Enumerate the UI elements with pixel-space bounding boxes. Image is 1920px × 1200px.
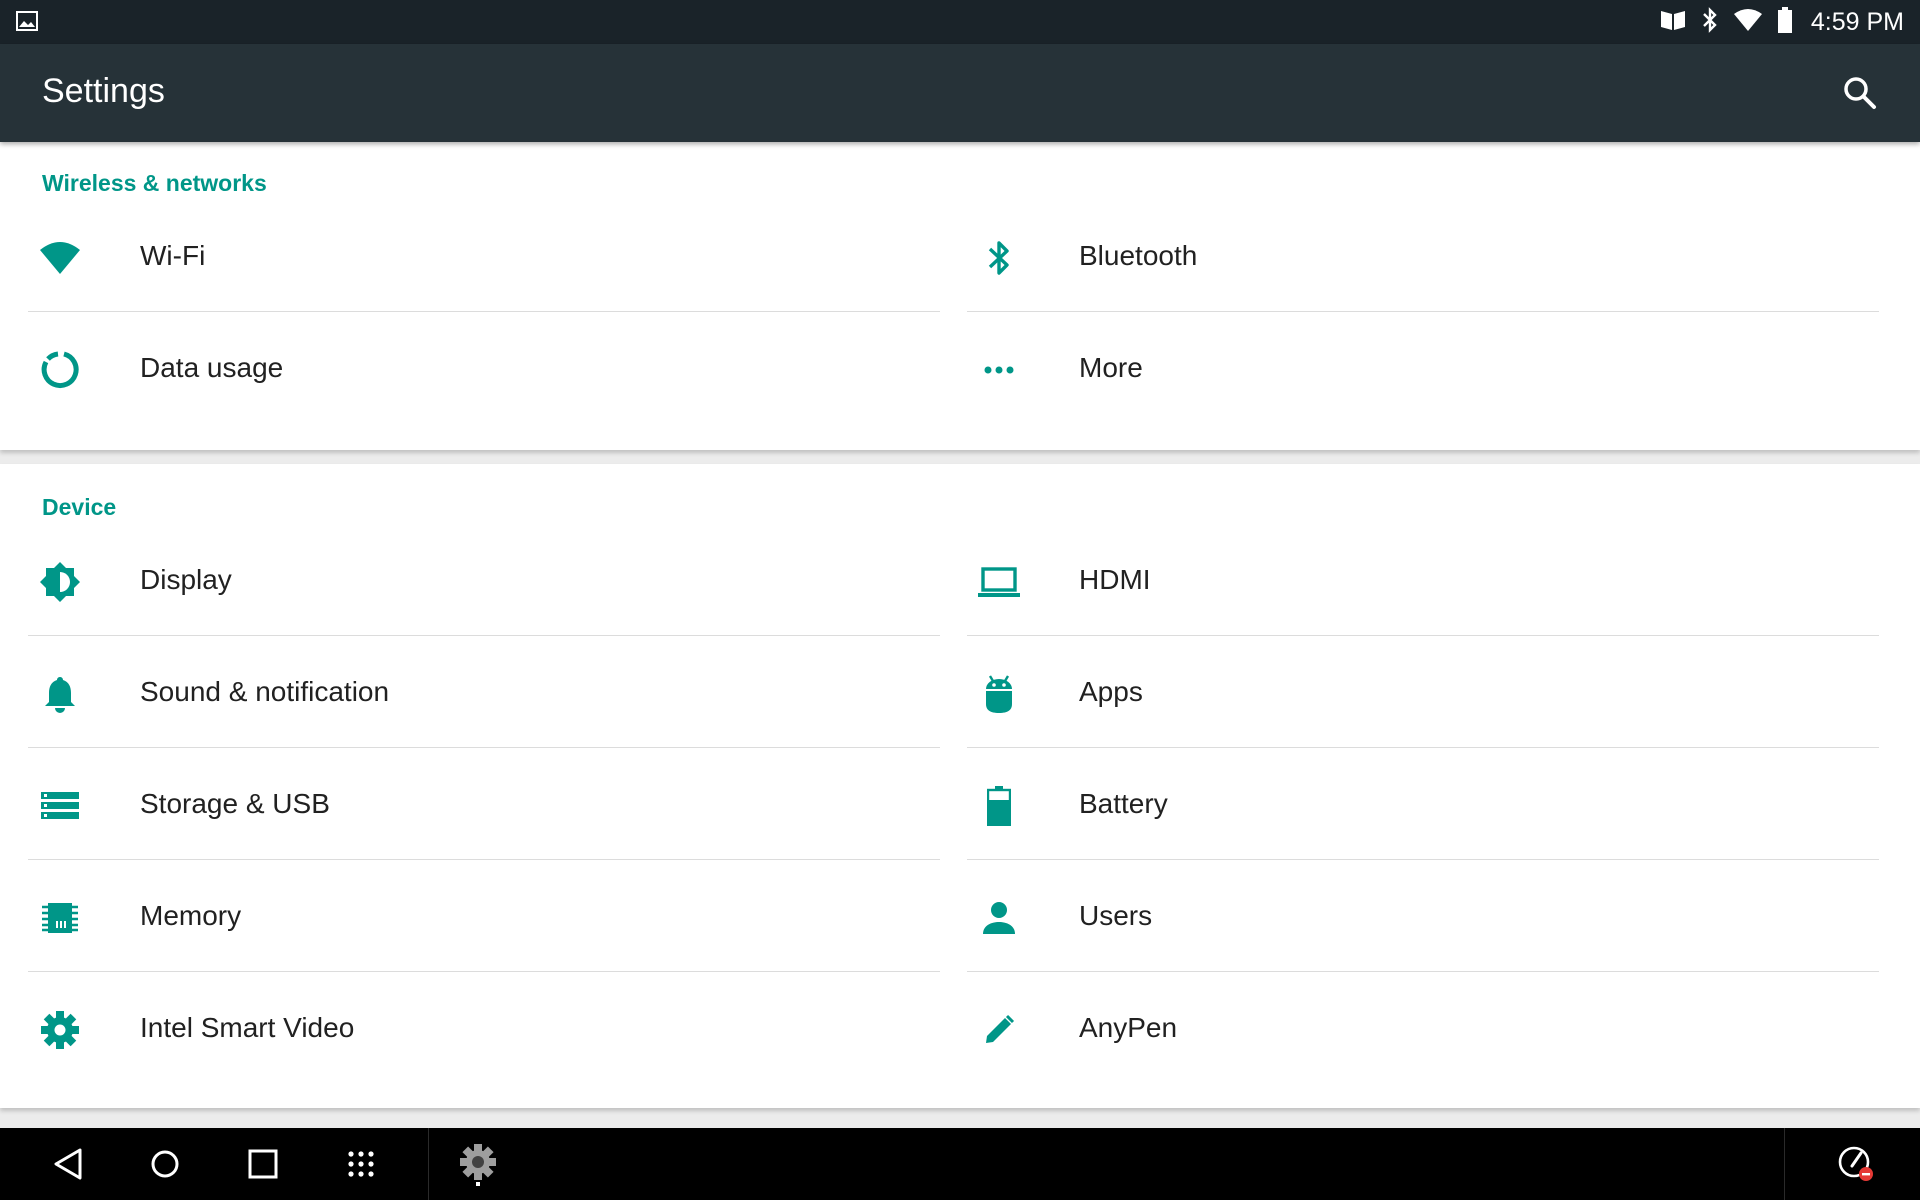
- settings-item-bluetooth[interactable]: Bluetooth: [967, 200, 1879, 312]
- settings-item-label: Bluetooth: [1079, 240, 1198, 271]
- nav-divider: [428, 1128, 429, 1200]
- settings-item-label: Intel Smart Video: [140, 1012, 355, 1043]
- storage-icon: [38, 784, 82, 828]
- app-grid-button[interactable]: [339, 1142, 383, 1186]
- settings-app-icon: [460, 1144, 496, 1186]
- settings-item-label: HDMI: [1079, 564, 1151, 595]
- bell-icon: [38, 672, 82, 716]
- back-icon: [54, 1148, 82, 1180]
- settings-item-label: Battery: [1079, 788, 1168, 819]
- settings-item-intel-smart-video[interactable]: Intel Smart Video: [28, 972, 940, 1084]
- settings-item-users[interactable]: Users: [967, 860, 1879, 972]
- settings-item-battery[interactable]: Battery: [967, 748, 1879, 860]
- memory-icon: [38, 896, 82, 940]
- settings-item-display[interactable]: Display: [28, 524, 940, 636]
- speedometer-button[interactable]: [1834, 1142, 1878, 1186]
- settings-item-label: Memory: [140, 900, 242, 931]
- section-wireless-networks: Wireless & networks Wi-Fi Bluetooth Data…: [0, 142, 1920, 450]
- home-button[interactable]: [143, 1142, 187, 1186]
- navigation-bar: [0, 1128, 1920, 1200]
- bluetooth-icon: [1701, 6, 1719, 38]
- settings-item-label: Wi-Fi: [140, 240, 206, 271]
- brightness-icon: [38, 560, 82, 604]
- settings-item-hdmi[interactable]: HDMI: [967, 524, 1879, 636]
- settings-item-storage-usb[interactable]: Storage & USB: [28, 748, 940, 860]
- settings-item-label: More: [1079, 352, 1143, 383]
- settings-item-label: AnyPen: [1079, 1012, 1178, 1043]
- app-bar: Settings: [0, 44, 1920, 142]
- recents-button[interactable]: [241, 1142, 285, 1186]
- back-button[interactable]: [46, 1142, 90, 1186]
- settings-item-label: Data usage: [140, 352, 284, 383]
- status-bar: 4:59 PM: [0, 0, 1920, 44]
- page-title: Settings: [42, 72, 165, 110]
- settings-item-data-usage[interactable]: Data usage: [28, 312, 940, 424]
- bluetooth-icon: [977, 236, 1021, 280]
- settings-item-label: Users: [1079, 900, 1153, 931]
- home-icon: [151, 1150, 179, 1178]
- gear-icon: [38, 1008, 82, 1052]
- battery-icon: [977, 784, 1021, 828]
- image-icon: [16, 11, 38, 36]
- settings-item-wifi[interactable]: Wi-Fi: [28, 200, 940, 312]
- battery-icon: [1777, 6, 1793, 38]
- settings-item-label: Apps: [1079, 676, 1143, 707]
- section-device: Device Display HDMI Sound & notification…: [0, 464, 1920, 1108]
- settings-item-sound-notification[interactable]: Sound & notification: [28, 636, 940, 748]
- android-icon: [977, 672, 1021, 716]
- search-icon: [1844, 77, 1876, 109]
- laptop-icon: [977, 560, 1021, 604]
- settings-item-label: Storage & USB: [140, 788, 330, 819]
- section-title: Wireless & networks: [42, 170, 267, 196]
- search-button[interactable]: [1840, 73, 1880, 113]
- settings-item-anypen[interactable]: AnyPen: [967, 972, 1879, 1084]
- wifi-icon: [38, 236, 82, 280]
- book-icon: [1659, 8, 1687, 37]
- settings-item-memory[interactable]: Memory: [28, 860, 940, 972]
- settings-item-more[interactable]: More: [967, 312, 1879, 424]
- status-time: 4:59 PM: [1810, 7, 1904, 36]
- settings-item-apps[interactable]: Apps: [967, 636, 1879, 748]
- recents-icon: [248, 1149, 278, 1179]
- pencil-icon: [977, 1008, 1021, 1052]
- wifi-icon: [1733, 8, 1763, 37]
- app-grid-icon: [348, 1151, 374, 1177]
- settings-item-label: Display: [140, 564, 232, 595]
- nav-divider: [1784, 1128, 1785, 1200]
- settings-item-label: Sound & notification: [140, 676, 390, 707]
- more-icon: [977, 348, 1021, 392]
- section-title: Device: [42, 494, 117, 520]
- settings-app-button[interactable]: [456, 1142, 500, 1186]
- speedometer-icon: [1838, 1146, 1873, 1181]
- person-icon: [977, 896, 1021, 940]
- data-usage-icon: [38, 348, 82, 392]
